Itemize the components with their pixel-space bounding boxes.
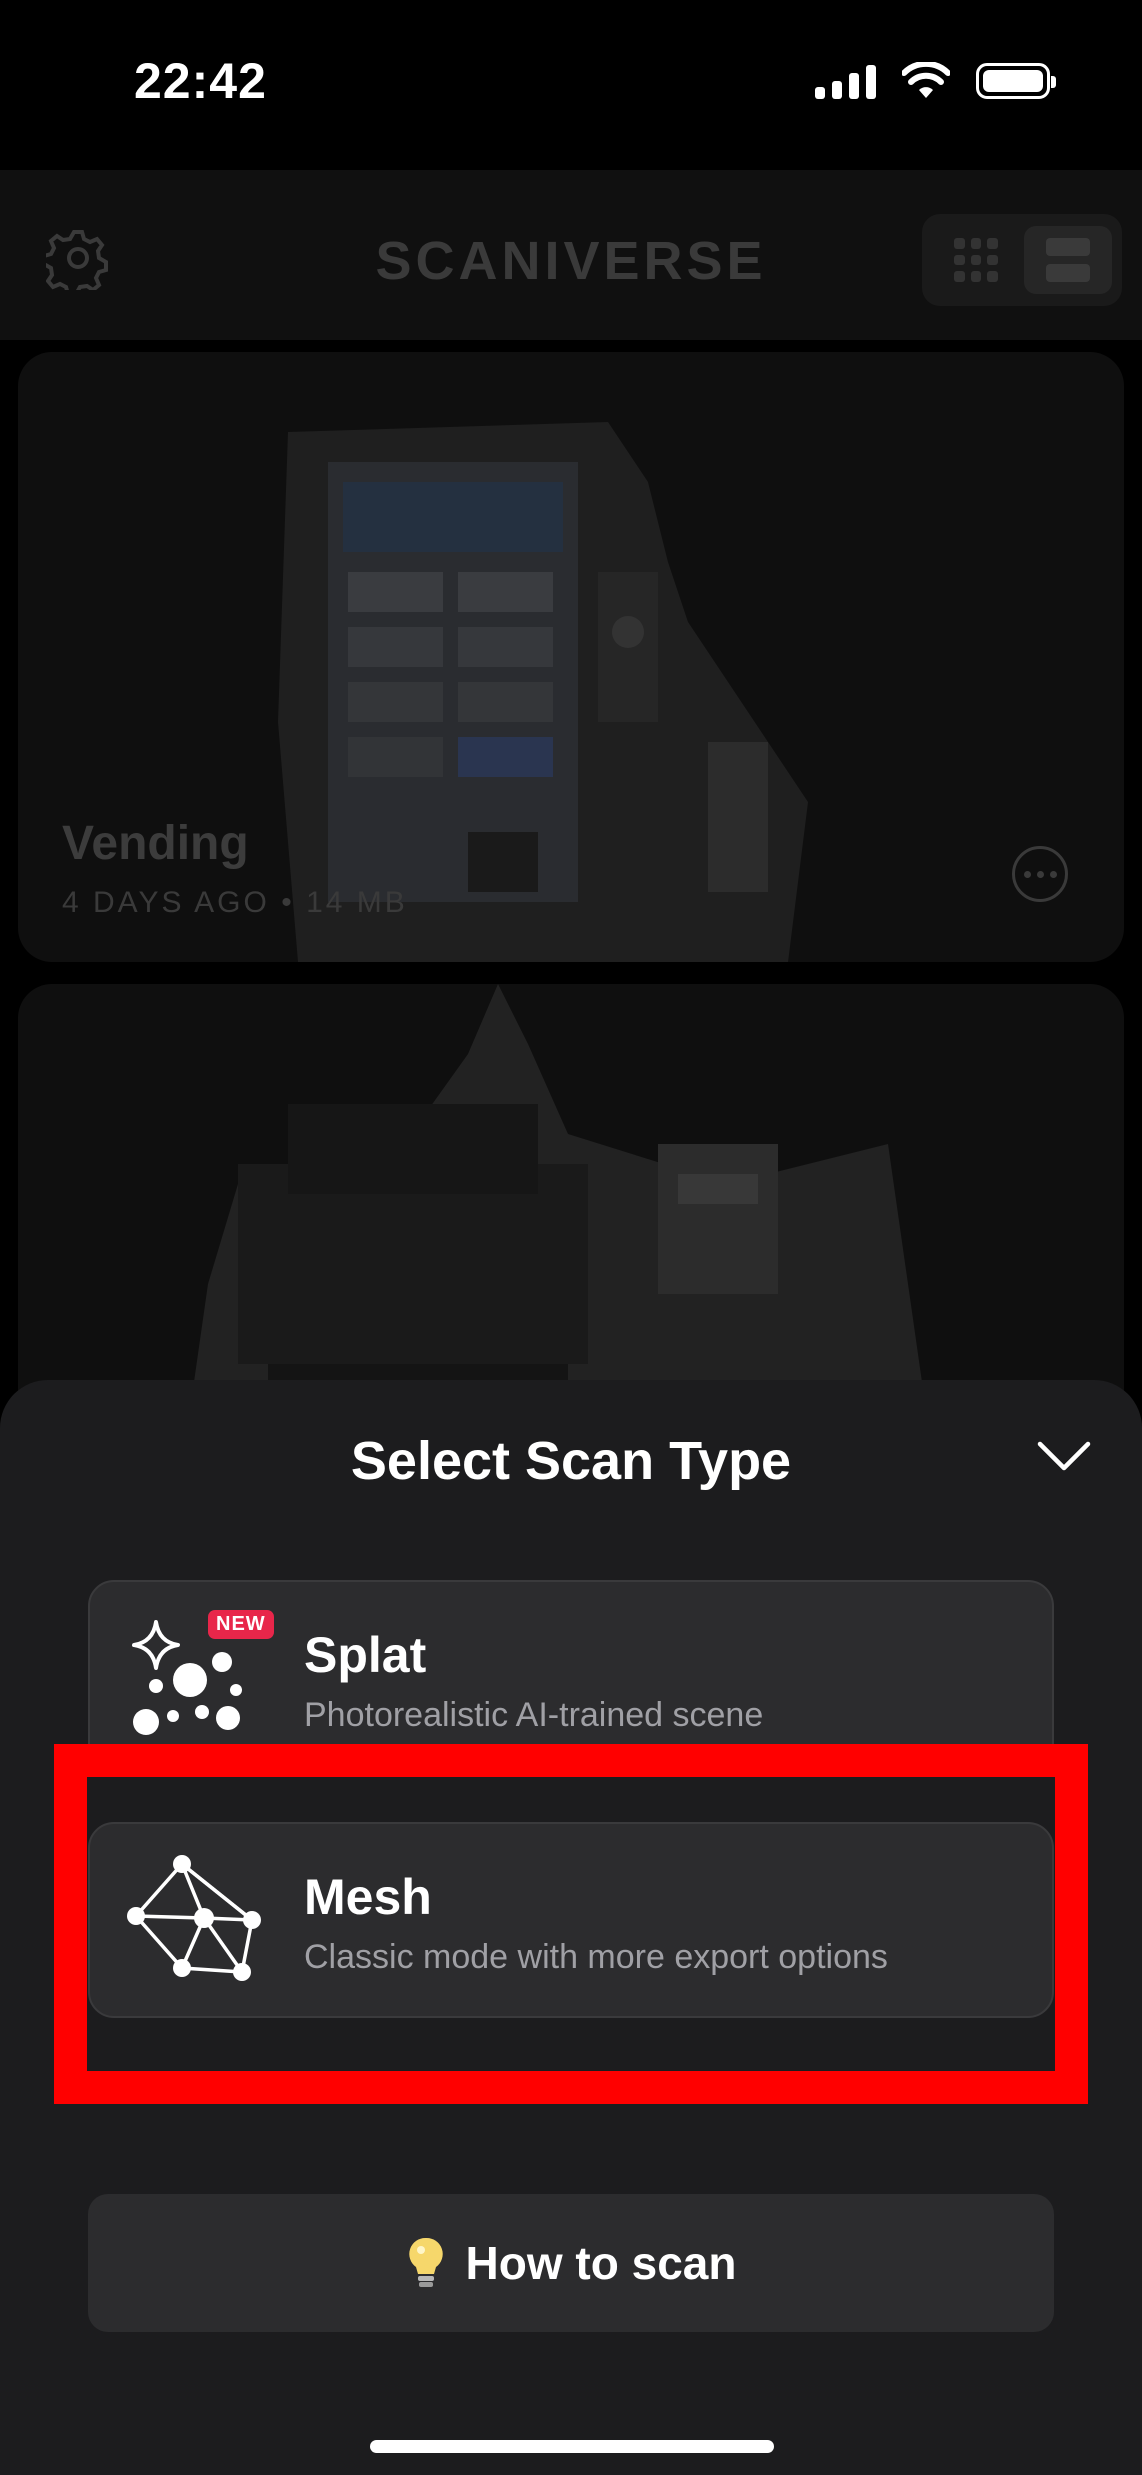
- chevron-down-icon[interactable]: [1036, 1438, 1092, 1474]
- scan-card[interactable]: Vending 4 DAYS AGO • 14 MB: [18, 352, 1124, 962]
- scan-age: 4 DAYS AGO: [62, 886, 270, 919]
- battery-icon: [976, 63, 1056, 99]
- home-indicator[interactable]: [370, 2440, 774, 2453]
- scan-size: 14 MB: [306, 886, 408, 919]
- scan-thumbnail: [188, 984, 928, 1424]
- how-to-scan-button[interactable]: How to scan: [88, 2194, 1054, 2332]
- app-header: SCANIVERSE: [0, 170, 1142, 340]
- status-bar: 22:42: [0, 0, 1142, 170]
- sheet-title: Select Scan Type: [350, 1431, 792, 1491]
- meta-separator: •: [281, 886, 295, 919]
- wifi-icon: [902, 62, 950, 98]
- view-toggle[interactable]: [922, 214, 1122, 306]
- scan-title: Vending: [62, 817, 249, 870]
- status-time: 22:42: [134, 53, 267, 109]
- lightbulb-icon: [408, 2237, 443, 2287]
- scan-thumbnail: [278, 422, 808, 962]
- option-title: Splat: [304, 1627, 427, 1683]
- status-icons: [815, 62, 1056, 100]
- scan-meta: 4 DAYS AGO • 14 MB: [62, 886, 408, 920]
- new-badge: NEW: [208, 1610, 274, 1639]
- scan-card[interactable]: [18, 984, 1124, 1424]
- cellular-signal-icon: [815, 63, 876, 99]
- highlight-box: [54, 1744, 1088, 2104]
- grid-view-icon[interactable]: [944, 228, 1008, 292]
- list-view-icon[interactable]: [1024, 226, 1112, 294]
- more-options-icon[interactable]: [1012, 846, 1068, 902]
- how-to-scan-label: How to scan: [465, 2237, 737, 2289]
- option-subtitle: Photorealistic AI-trained scene: [304, 1696, 764, 1734]
